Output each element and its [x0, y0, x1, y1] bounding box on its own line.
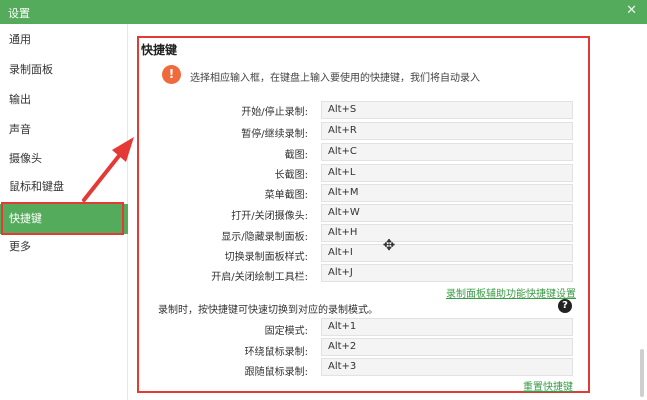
shortcut-label: 截图:: [284, 150, 308, 161]
sidebar-item-general[interactable]: 通用: [0, 25, 128, 55]
mode-input-fixed[interactable]: Alt+1: [321, 318, 573, 336]
hint-text: 选择相应输入框，在键盘上输入要使用的快捷键，我们将自动录入: [190, 73, 480, 84]
shortcut-label: 打开/关闭摄像头:: [231, 211, 308, 222]
close-icon[interactable]: ✕: [626, 3, 637, 18]
shortcut-label: 开始/停止录制:: [241, 107, 308, 118]
sidebar-item-mouse-keyboard[interactable]: 鼠标和键盘: [0, 172, 128, 202]
sidebar-item-sound[interactable]: 声音: [0, 115, 128, 145]
shortcut-input-pause-resume[interactable]: Alt+R: [321, 122, 573, 140]
warning-icon: !: [162, 65, 181, 84]
shortcut-label: 长截图:: [274, 170, 308, 181]
shortcut-input-camera[interactable]: Alt+W: [321, 204, 573, 222]
shortcut-input-start-stop[interactable]: Alt+S: [321, 101, 573, 119]
panel-shortcut-settings-link[interactable]: 录制面板辅助功能快捷键设置: [446, 285, 576, 300]
mode-input-around-mouse[interactable]: Alt+2: [321, 338, 573, 356]
sidebar-item-more[interactable]: 更多: [0, 232, 128, 262]
window-title: 设置: [8, 7, 30, 20]
section-title: 快捷键: [141, 43, 178, 57]
help-icon[interactable]: ?: [558, 299, 572, 313]
shortcut-label: 开启/关闭绘制工具栏:: [211, 272, 308, 283]
shortcut-input-show-hide-panel[interactable]: Alt+H: [321, 224, 573, 242]
shortcut-label: 显示/隐藏录制面板:: [221, 232, 308, 243]
shortcut-label: 暂停/继续录制:: [241, 129, 308, 140]
shortcut-input-screenshot[interactable]: Alt+C: [321, 143, 573, 161]
sidebar-item-output[interactable]: 输出: [0, 85, 128, 115]
mode-label: 固定模式:: [264, 326, 308, 337]
sidebar-highlight-outline: [1, 202, 124, 235]
shortcut-input-menu-screenshot[interactable]: Alt+M: [321, 184, 573, 202]
move-cursor-icon: ✥: [382, 236, 396, 254]
scrollbar[interactable]: [640, 349, 644, 397]
title-bar: 设置 ✕: [0, 0, 647, 24]
sidebar-item-camera[interactable]: 摄像头: [0, 144, 128, 174]
shortcut-label: 切换录制面板样式:: [224, 252, 308, 263]
mode-label: 环绕鼠标录制:: [244, 347, 308, 358]
mode-input-follow-mouse[interactable]: Alt+3: [321, 358, 573, 376]
shortcut-input-switch-panel-style[interactable]: Alt+I: [321, 244, 573, 262]
mode-label: 跟随鼠标录制:: [244, 367, 308, 378]
shortcut-input-drawing-toolbar[interactable]: Alt+J: [321, 264, 573, 282]
reset-shortcuts-link[interactable]: 重置快捷键: [523, 378, 573, 393]
shortcut-label: 菜单截图:: [264, 190, 308, 201]
mode-description: 录制时，按快捷键可快速切换到对应的录制模式。: [158, 305, 378, 316]
shortcut-input-long-screenshot[interactable]: Alt+L: [321, 164, 573, 182]
sidebar-item-record-panel[interactable]: 录制面板: [0, 55, 128, 85]
